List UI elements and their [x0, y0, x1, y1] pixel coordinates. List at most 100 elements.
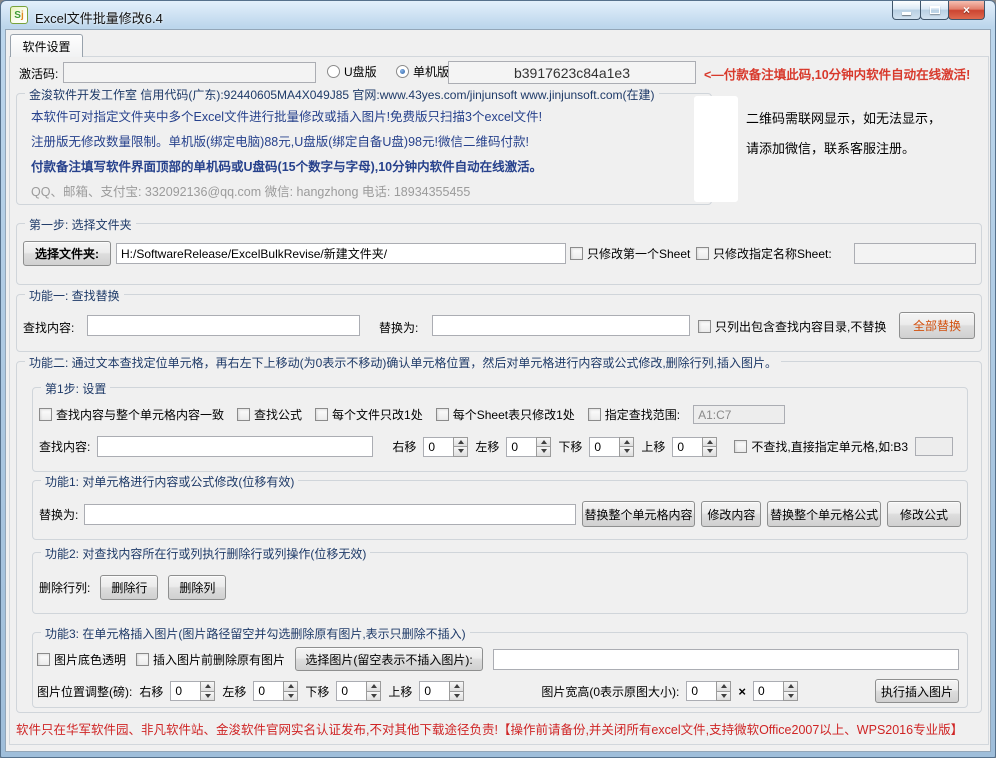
spinner-input[interactable] — [423, 437, 453, 457]
spinner-input[interactable] — [686, 681, 716, 701]
direct-cell-input[interactable] — [915, 437, 953, 456]
modify-formula-button[interactable]: 修改公式 — [887, 501, 961, 527]
spinner-up-icon[interactable] — [619, 437, 634, 448]
find-content-input[interactable] — [87, 315, 360, 336]
img-move-down-spinner[interactable] — [336, 681, 381, 701]
checkbox-box[interactable] — [588, 408, 601, 421]
spinner-input[interactable] — [253, 681, 283, 701]
checkbox-box[interactable] — [37, 653, 50, 666]
tab-software-settings[interactable]: 软件设置 — [10, 34, 83, 57]
folder-path-input[interactable] — [116, 243, 566, 264]
radio-selected-icon[interactable] — [396, 65, 409, 78]
checkbox-label: 查找内容与整个单元格内容一致 — [56, 406, 224, 423]
spinner-down-icon[interactable] — [453, 447, 468, 457]
spinner-down-icon[interactable] — [702, 447, 717, 457]
img-move-right-spinner[interactable] — [170, 681, 215, 701]
checkbox-list-only[interactable]: 只列出包含查找内容目录,不替换 — [698, 318, 886, 335]
titlebar[interactable]: Sj Excel文件批量修改6.4 × — [1, 1, 995, 29]
spinner-up-icon[interactable] — [716, 681, 731, 692]
spinner-input[interactable] — [419, 681, 449, 701]
spinner-input[interactable] — [589, 437, 619, 457]
checkbox-no-find-direct-cell[interactable]: 不查找,直接指定单元格,如:B3 — [734, 438, 908, 455]
maximize-button[interactable] — [920, 1, 949, 20]
insert-image-button[interactable]: 执行插入图片 — [875, 679, 959, 703]
replace-all-button[interactable]: 全部替换 — [899, 312, 975, 339]
standalone-version-radio[interactable]: 单机版 — [396, 63, 449, 80]
func2-find-input[interactable] — [97, 436, 373, 457]
checkbox-box[interactable] — [698, 320, 711, 333]
checkbox-delete-original[interactable]: 插入图片前删除原有图片 — [136, 651, 285, 668]
img-move-left-spinner[interactable] — [253, 681, 298, 701]
spinner-up-icon[interactable] — [200, 681, 215, 692]
checkbox-find-formula[interactable]: 查找公式 — [237, 406, 302, 423]
choose-folder-button[interactable]: 选择文件夹: — [23, 241, 111, 266]
move-down-spinner[interactable] — [589, 437, 634, 457]
replace-with-input[interactable] — [432, 315, 690, 336]
spinner-up-icon[interactable] — [283, 681, 298, 692]
move-up-spinner[interactable] — [672, 437, 717, 457]
image-height-spinner[interactable] — [753, 681, 798, 701]
usb-version-radio[interactable]: U盘版 — [327, 63, 377, 80]
replace-cell-formula-button[interactable]: 替换整个单元格公式 — [767, 501, 881, 527]
info-groupbox: 金浚软件开发工作室 信用代码(广东):92440605MA4X049J85 官网… — [16, 93, 712, 205]
spinner-up-icon[interactable] — [366, 681, 381, 692]
delete-col-button[interactable]: 删除列 — [168, 575, 226, 600]
img-move-up-spinner[interactable] — [419, 681, 464, 701]
spinner-buttons — [283, 681, 298, 701]
move-right-spinner[interactable] — [423, 437, 468, 457]
checkbox-box[interactable] — [237, 408, 250, 421]
move-left-spinner[interactable] — [506, 437, 551, 457]
checkbox-box[interactable] — [570, 247, 583, 260]
range-input[interactable] — [693, 405, 785, 424]
checkbox-once-per-file[interactable]: 每个文件只改1处 — [315, 406, 423, 423]
app-icon[interactable]: Sj — [10, 6, 28, 24]
spinner-input[interactable] — [336, 681, 366, 701]
image-path-input[interactable] — [493, 649, 959, 670]
spinner-up-icon[interactable] — [453, 437, 468, 448]
spinner-down-icon[interactable] — [366, 692, 381, 702]
spinner-input[interactable] — [672, 437, 702, 457]
app-window: Sj Excel文件批量修改6.4 × 软件设置 激活码: U盘版 单机版 <—… — [0, 0, 996, 758]
checkbox-match-whole-cell[interactable]: 查找内容与整个单元格内容一致 — [39, 406, 224, 423]
spinner-down-icon[interactable] — [619, 447, 634, 457]
move-right-label: 右移 — [392, 438, 416, 455]
checkbox-box[interactable] — [696, 247, 709, 260]
spinner-down-icon[interactable] — [449, 692, 464, 702]
choose-image-button[interactable]: 选择图片(留空表示不插入图片): — [295, 647, 483, 671]
insert-image-row-2: 图片位置调整(磅): 右移 左移 下移 上移 图片宽高(0表示原图大小): × … — [37, 679, 959, 703]
spinner-input[interactable] — [753, 681, 783, 701]
spinner-up-icon[interactable] — [449, 681, 464, 692]
spinner-up-icon[interactable] — [783, 681, 798, 692]
spinner-up-icon[interactable] — [536, 437, 551, 448]
spinner-down-icon[interactable] — [200, 692, 215, 702]
machine-code-field[interactable] — [448, 61, 696, 84]
checkbox-box[interactable] — [39, 408, 52, 421]
radio-circle-icon[interactable] — [327, 65, 340, 78]
spinner-input[interactable] — [506, 437, 536, 457]
checkbox-specify-range[interactable]: 指定查找范围: — [588, 406, 680, 423]
close-button[interactable]: × — [948, 1, 985, 20]
checkbox-transparent-bg[interactable]: 图片底色透明 — [37, 651, 126, 668]
checkbox-box[interactable] — [734, 440, 747, 453]
named-sheet-input[interactable] — [854, 243, 976, 264]
activation-code-input[interactable] — [63, 62, 316, 83]
spinner-down-icon[interactable] — [536, 447, 551, 457]
spinner-up-icon[interactable] — [702, 437, 717, 448]
image-width-spinner[interactable] — [686, 681, 731, 701]
checkbox-only-named-sheet[interactable]: 只修改指定名称Sheet: — [696, 245, 832, 262]
checkbox-box[interactable] — [315, 408, 328, 421]
delete-row-button[interactable]: 删除行 — [100, 575, 158, 600]
cell-replace-input[interactable] — [84, 504, 575, 525]
checkbox-label: 插入图片前删除原有图片 — [153, 651, 285, 668]
spinner-down-icon[interactable] — [716, 692, 731, 702]
spinner-down-icon[interactable] — [783, 692, 798, 702]
checkbox-box[interactable] — [136, 653, 149, 666]
modify-content-button[interactable]: 修改内容 — [701, 501, 761, 527]
spinner-input[interactable] — [170, 681, 200, 701]
minimize-button[interactable] — [892, 1, 921, 20]
checkbox-once-per-sheet[interactable]: 每个Sheet表只修改1处 — [436, 406, 575, 423]
replace-cell-content-button[interactable]: 替换整个单元格内容 — [582, 501, 696, 527]
checkbox-box[interactable] — [436, 408, 449, 421]
checkbox-only-first-sheet[interactable]: 只修改第一个Sheet — [570, 245, 690, 262]
spinner-down-icon[interactable] — [283, 692, 298, 702]
